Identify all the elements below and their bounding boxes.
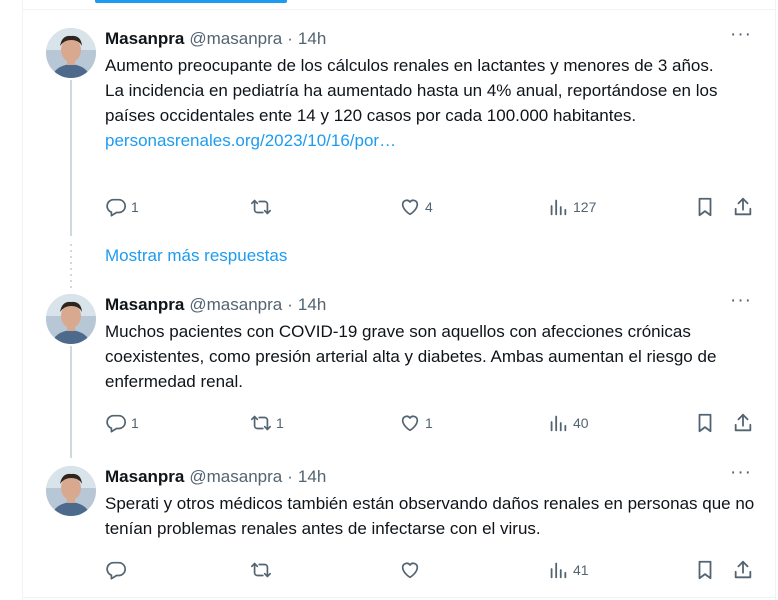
avatar[interactable] xyxy=(46,294,96,344)
like-count: 1 xyxy=(425,415,433,431)
separator-dot: · xyxy=(287,29,293,48)
author-name[interactable]: Masanpra xyxy=(105,467,184,487)
bookmark-button[interactable] xyxy=(694,557,716,583)
bottom-divider xyxy=(23,597,775,598)
bookmark-icon xyxy=(694,196,716,218)
tab-bar-divider xyxy=(23,0,775,10)
tweet-text-paragraph: Muchos pacientes con COVID-19 grave son … xyxy=(105,322,717,391)
views-count: 127 xyxy=(573,199,597,215)
timestamp[interactable]: 14h xyxy=(298,467,326,487)
views-count: 41 xyxy=(573,562,589,578)
speech-bubble-icon xyxy=(105,196,127,218)
reply-count: 1 xyxy=(131,415,139,431)
share-button[interactable] xyxy=(732,194,754,220)
repost-button[interactable] xyxy=(250,557,276,583)
tweet-text: Muchos pacientes con COVID-19 grave son … xyxy=(105,319,755,394)
timestamp[interactable]: 14h xyxy=(298,295,326,315)
share-upload-icon xyxy=(732,559,754,581)
tweet-actions: 1 1 1 40 xyxy=(105,410,755,436)
more-options-icon[interactable]: ··· xyxy=(730,463,752,488)
heart-icon xyxy=(399,412,421,434)
separator-dot: · xyxy=(287,467,293,486)
repost-button[interactable] xyxy=(250,194,276,220)
show-more-replies-link[interactable]: Mostrar más respuestas xyxy=(105,246,287,266)
bar-chart-icon xyxy=(547,412,569,434)
like-button[interactable]: 1 xyxy=(399,410,433,436)
bookmark-icon xyxy=(694,412,716,434)
active-tab-indicator xyxy=(95,0,287,3)
reply-button[interactable]: 1 xyxy=(105,410,139,436)
author-handle[interactable]: @masanpra xyxy=(189,29,282,49)
tweet-header: Masanpra @masanpra · 14h xyxy=(105,466,326,488)
repost-arrows-icon xyxy=(250,412,272,434)
share-button[interactable] xyxy=(732,410,754,436)
heart-icon xyxy=(399,559,421,581)
repost-arrows-icon xyxy=(250,559,272,581)
repost-button[interactable]: 1 xyxy=(250,410,284,436)
author-handle[interactable]: @masanpra xyxy=(189,467,282,487)
share-upload-icon xyxy=(732,196,754,218)
tweet-header: Masanpra @masanpra · 14h xyxy=(105,28,326,50)
bar-chart-icon xyxy=(547,196,569,218)
author-name[interactable]: Masanpra xyxy=(105,29,184,49)
bookmark-button[interactable] xyxy=(694,410,716,436)
separator-dot: · xyxy=(287,295,293,314)
avatar-photo xyxy=(46,294,96,344)
reply-count: 1 xyxy=(131,199,139,215)
share-upload-icon xyxy=(732,412,754,434)
share-button[interactable] xyxy=(732,557,754,583)
tweet-text: Sperati y otros médicos también están ob… xyxy=(105,491,755,541)
views-count: 40 xyxy=(573,415,589,431)
tweet-actions: 41 xyxy=(105,557,755,583)
tweet-link[interactable]: personasrenales.org/2023/10/16/por… xyxy=(105,128,755,153)
like-count: 4 xyxy=(425,199,433,215)
speech-bubble-icon xyxy=(105,559,127,581)
reply-button[interactable] xyxy=(105,557,131,583)
avatar[interactable] xyxy=(46,28,96,78)
author-name[interactable]: Masanpra xyxy=(105,295,184,315)
thread-line xyxy=(70,346,72,458)
thread-dotted-line xyxy=(70,244,72,288)
tweet-text-paragraph: La incidencia en pediatría ha aumentado … xyxy=(105,81,718,125)
repost-count: 1 xyxy=(276,415,284,431)
avatar-photo xyxy=(46,466,96,516)
views-button[interactable]: 41 xyxy=(547,557,589,583)
tweet-actions: 1 4 127 xyxy=(105,194,755,220)
repost-arrows-icon xyxy=(250,196,272,218)
heart-icon xyxy=(399,196,421,218)
views-button[interactable]: 40 xyxy=(547,410,589,436)
avatar[interactable] xyxy=(46,466,96,516)
tweet-header: Masanpra @masanpra · 14h xyxy=(105,294,326,316)
bookmark-button[interactable] xyxy=(694,194,716,220)
tweet-text: Aumento preocupante de los cálculos rena… xyxy=(105,53,755,153)
speech-bubble-icon xyxy=(105,412,127,434)
timestamp[interactable]: 14h xyxy=(298,29,326,49)
avatar-photo xyxy=(46,28,96,78)
timeline-column: Masanpra @masanpra · 14h ··· Aumento pre… xyxy=(22,0,776,600)
tweet-text-paragraph: Sperati y otros médicos también están ob… xyxy=(105,494,755,538)
more-options-icon[interactable]: ··· xyxy=(730,25,752,50)
bookmark-icon xyxy=(694,559,716,581)
more-options-icon[interactable]: ··· xyxy=(730,291,752,316)
bar-chart-icon xyxy=(547,559,569,581)
tweet-text-paragraph: Aumento preocupante de los cálculos rena… xyxy=(105,56,714,75)
like-button[interactable] xyxy=(399,557,425,583)
reply-button[interactable]: 1 xyxy=(105,194,139,220)
thread-line xyxy=(70,80,72,236)
author-handle[interactable]: @masanpra xyxy=(189,295,282,315)
like-button[interactable]: 4 xyxy=(399,194,433,220)
views-button[interactable]: 127 xyxy=(547,194,596,220)
